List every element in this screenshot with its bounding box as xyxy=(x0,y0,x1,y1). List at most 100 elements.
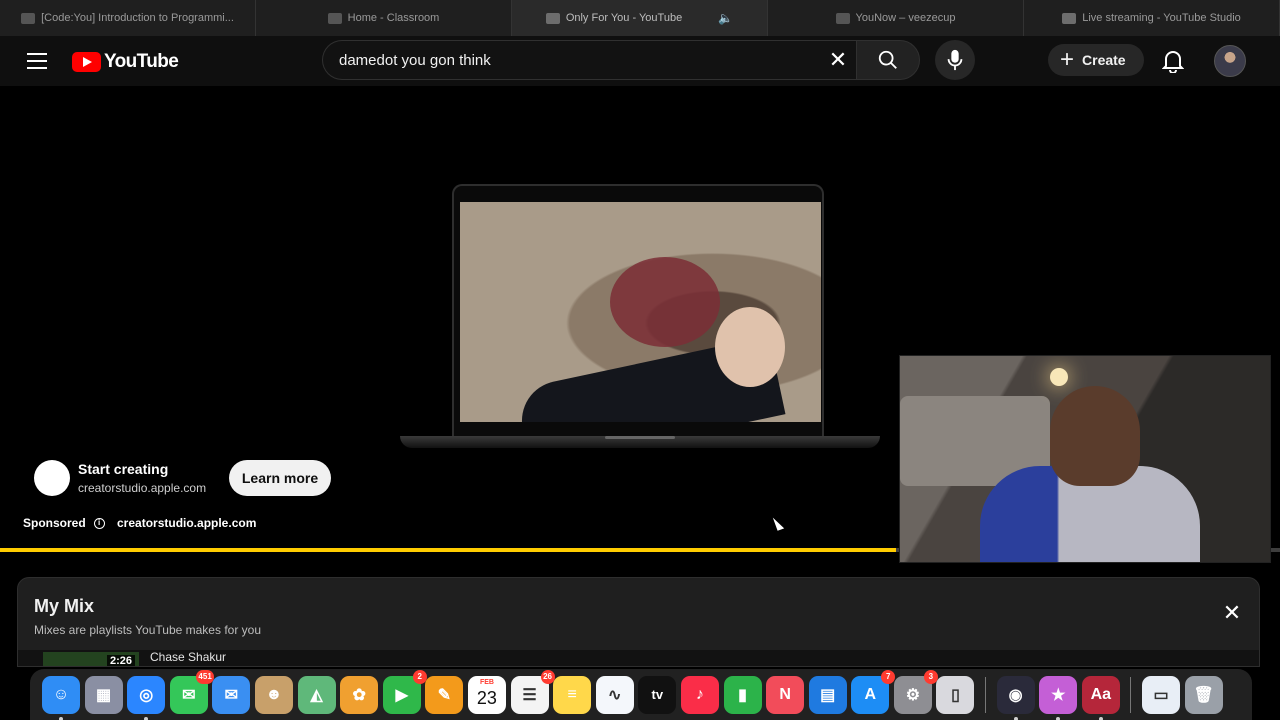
account-avatar[interactable] xyxy=(1214,45,1246,77)
tab-title: Home - Classroom xyxy=(347,12,440,24)
dock-finder-icon[interactable]: ☺ xyxy=(42,675,80,720)
voice-search-button[interactable] xyxy=(935,40,975,80)
photos-glyph: ✿ xyxy=(352,686,366,704)
feedback-glyph: ★ xyxy=(1051,686,1066,704)
sponsored-url[interactable]: creatorstudio.apple.com xyxy=(117,516,256,530)
safari-glyph: ◎ xyxy=(139,686,154,704)
notifications-button[interactable] xyxy=(1158,46,1188,76)
browser-tab-code-you[interactable]: [Code:You] Introduction to Programmi... xyxy=(0,0,256,36)
close-icon[interactable]: ✕ xyxy=(1221,602,1243,624)
mix-thumbnail[interactable]: 2:26 xyxy=(43,652,139,666)
my-mix-panel: My Mix Mixes are playlists YouTube makes… xyxy=(17,577,1260,667)
mail-glyph: ✉ xyxy=(224,686,239,704)
browser-tab-youtube-studio[interactable]: Live streaming - YouTube Studio xyxy=(1024,0,1280,36)
dock-separator xyxy=(1130,676,1132,713)
dock-preview-doc-icon[interactable]: ▭ xyxy=(1142,675,1181,714)
dock-system-settings-icon[interactable]: ⚙ 3 xyxy=(893,669,938,714)
logo-text: YouTube xyxy=(104,51,179,72)
mix-subtitle: Mixes are playlists YouTube makes for yo… xyxy=(34,623,261,637)
youtube-favicon-icon xyxy=(1062,12,1077,24)
news-glyph: N xyxy=(779,685,791,703)
dock-keynote-icon[interactable]: ▤ xyxy=(808,675,847,714)
search-icon xyxy=(878,50,897,69)
dictionary-glyph: Aa xyxy=(1090,685,1112,703)
info-icon[interactable]: i xyxy=(93,517,105,529)
ad-advertiser[interactable]: Start creating creatorstudio.apple.com xyxy=(34,460,206,496)
running-indicator xyxy=(144,716,149,720)
dock-pages-icon[interactable]: ✎ xyxy=(425,675,464,714)
browser-tab-younow[interactable]: YouNow – veezecup xyxy=(768,0,1024,36)
dock-iphone-mirroring-icon[interactable]: ▯ xyxy=(936,675,975,714)
dock-obs-icon[interactable]: ◉ xyxy=(996,675,1035,720)
mix-channel-name[interactable]: Chase Shakur xyxy=(150,650,226,664)
dock-notes-icon[interactable]: ≡ xyxy=(553,675,592,714)
duration-badge: 2:26 xyxy=(106,655,135,666)
dock-trash-icon[interactable]: 🗑 xyxy=(1184,675,1223,714)
ad-headline: Start creating xyxy=(78,461,169,477)
tab-favicon-icon xyxy=(835,12,850,24)
numbers-glyph: ▮ xyxy=(738,686,747,704)
youtube-play-icon xyxy=(72,52,101,72)
macos-dock: ☺ ▦ ◎ ✉ 451 ✉ ☻ ◭ ✿ ▶ 2 ✎ FEB 23 ☰ 26 ≡ ∿ tv ♪ ▮ N ▤ A 7 ⚙ 3 ▯ ◉ ★ Aa ▭… xyxy=(30,669,1252,720)
tab-title: Only For You - YouTube xyxy=(565,12,683,24)
browser-tab-classroom[interactable]: Home - Classroom xyxy=(256,0,512,36)
apple-logo-icon xyxy=(34,460,70,496)
hamburger-menu-icon[interactable] xyxy=(22,48,52,74)
reminders-glyph: ☰ xyxy=(522,686,537,704)
ad-laptop-image xyxy=(452,184,824,436)
tab-title: [Code:You] Introduction to Programmi... xyxy=(41,12,234,24)
learn-more-button[interactable]: Learn more xyxy=(229,460,331,496)
dock-dictionary-icon[interactable]: Aa xyxy=(1081,675,1120,720)
dock-freeform-icon[interactable]: ∿ xyxy=(595,675,634,714)
dock-mail-icon[interactable]: ✉ xyxy=(212,675,251,714)
dock-messages-icon[interactable]: ✉ 451 xyxy=(169,669,214,714)
sponsored-label[interactable]: Sponsored i xyxy=(23,516,105,530)
dock-reminders-icon[interactable]: ☰ 26 xyxy=(510,669,555,714)
dock-photos-icon[interactable]: ✿ xyxy=(340,675,379,714)
launchpad-glyph: ▦ xyxy=(96,686,112,704)
search-input[interactable] xyxy=(339,41,819,79)
dock-contacts-icon[interactable]: ☻ xyxy=(254,675,293,714)
speaker-icon[interactable]: 🔈 xyxy=(718,11,733,25)
tv-glyph: tv xyxy=(651,687,664,702)
freeform-glyph: ∿ xyxy=(608,686,622,704)
dock-music-icon[interactable]: ♪ xyxy=(680,675,719,714)
search-button[interactable] xyxy=(856,40,920,80)
tab-favicon-icon xyxy=(327,12,342,24)
youtube-logo[interactable]: YouTube xyxy=(72,51,179,73)
pages-glyph: ✎ xyxy=(437,686,452,704)
dock-feedback-icon[interactable]: ★ xyxy=(1039,675,1078,720)
iphone-mirroring-glyph: ▯ xyxy=(951,686,960,704)
tab-favicon-icon xyxy=(21,12,36,24)
mouse-cursor-icon xyxy=(772,515,785,531)
mix-list-item[interactable]: 2:26 Chase Shakur xyxy=(18,650,1259,666)
preview-doc-glyph: ▭ xyxy=(1153,686,1169,704)
music-glyph: ♪ xyxy=(695,685,704,703)
dock-app-store-icon[interactable]: A7 xyxy=(851,669,896,714)
dock-calendar-icon[interactable]: FEB 23 xyxy=(467,675,506,714)
calendar-day: 23 xyxy=(476,687,497,708)
notification-badge: 451 xyxy=(196,669,214,684)
dock-numbers-icon[interactable]: ▮ xyxy=(723,675,762,714)
tab-title: YouNow – veezecup xyxy=(855,12,956,24)
microphone-icon xyxy=(947,49,963,71)
keynote-glyph: ▤ xyxy=(820,686,836,704)
running-indicator xyxy=(1098,716,1103,720)
dock-launchpad-icon[interactable]: ▦ xyxy=(84,675,123,714)
dock-news-icon[interactable]: N xyxy=(766,675,805,714)
tab-title: Live streaming - YouTube Studio xyxy=(1082,12,1241,24)
dock-maps-icon[interactable]: ◭ xyxy=(297,675,336,714)
mix-title: My Mix xyxy=(34,596,95,616)
screen: [Code:You] Introduction to Programmi... … xyxy=(0,0,1280,720)
sponsored-text: Sponsored xyxy=(23,516,86,530)
search-box: ✕ xyxy=(322,40,856,80)
dock-facetime-icon[interactable]: ▶ 2 xyxy=(382,669,427,714)
create-button[interactable]: + Create xyxy=(1048,44,1144,76)
dock-safari-icon[interactable]: ◎ xyxy=(127,675,166,720)
notification-badge: 7 xyxy=(881,669,896,684)
dock-tv-icon[interactable]: tv xyxy=(638,675,677,714)
maps-glyph: ◭ xyxy=(310,686,323,704)
calendar-month: FEB xyxy=(479,678,494,686)
clear-search-icon[interactable]: ✕ xyxy=(826,48,850,72)
browser-tab-youtube-active[interactable]: Only For You - YouTube 🔈 xyxy=(512,0,768,36)
